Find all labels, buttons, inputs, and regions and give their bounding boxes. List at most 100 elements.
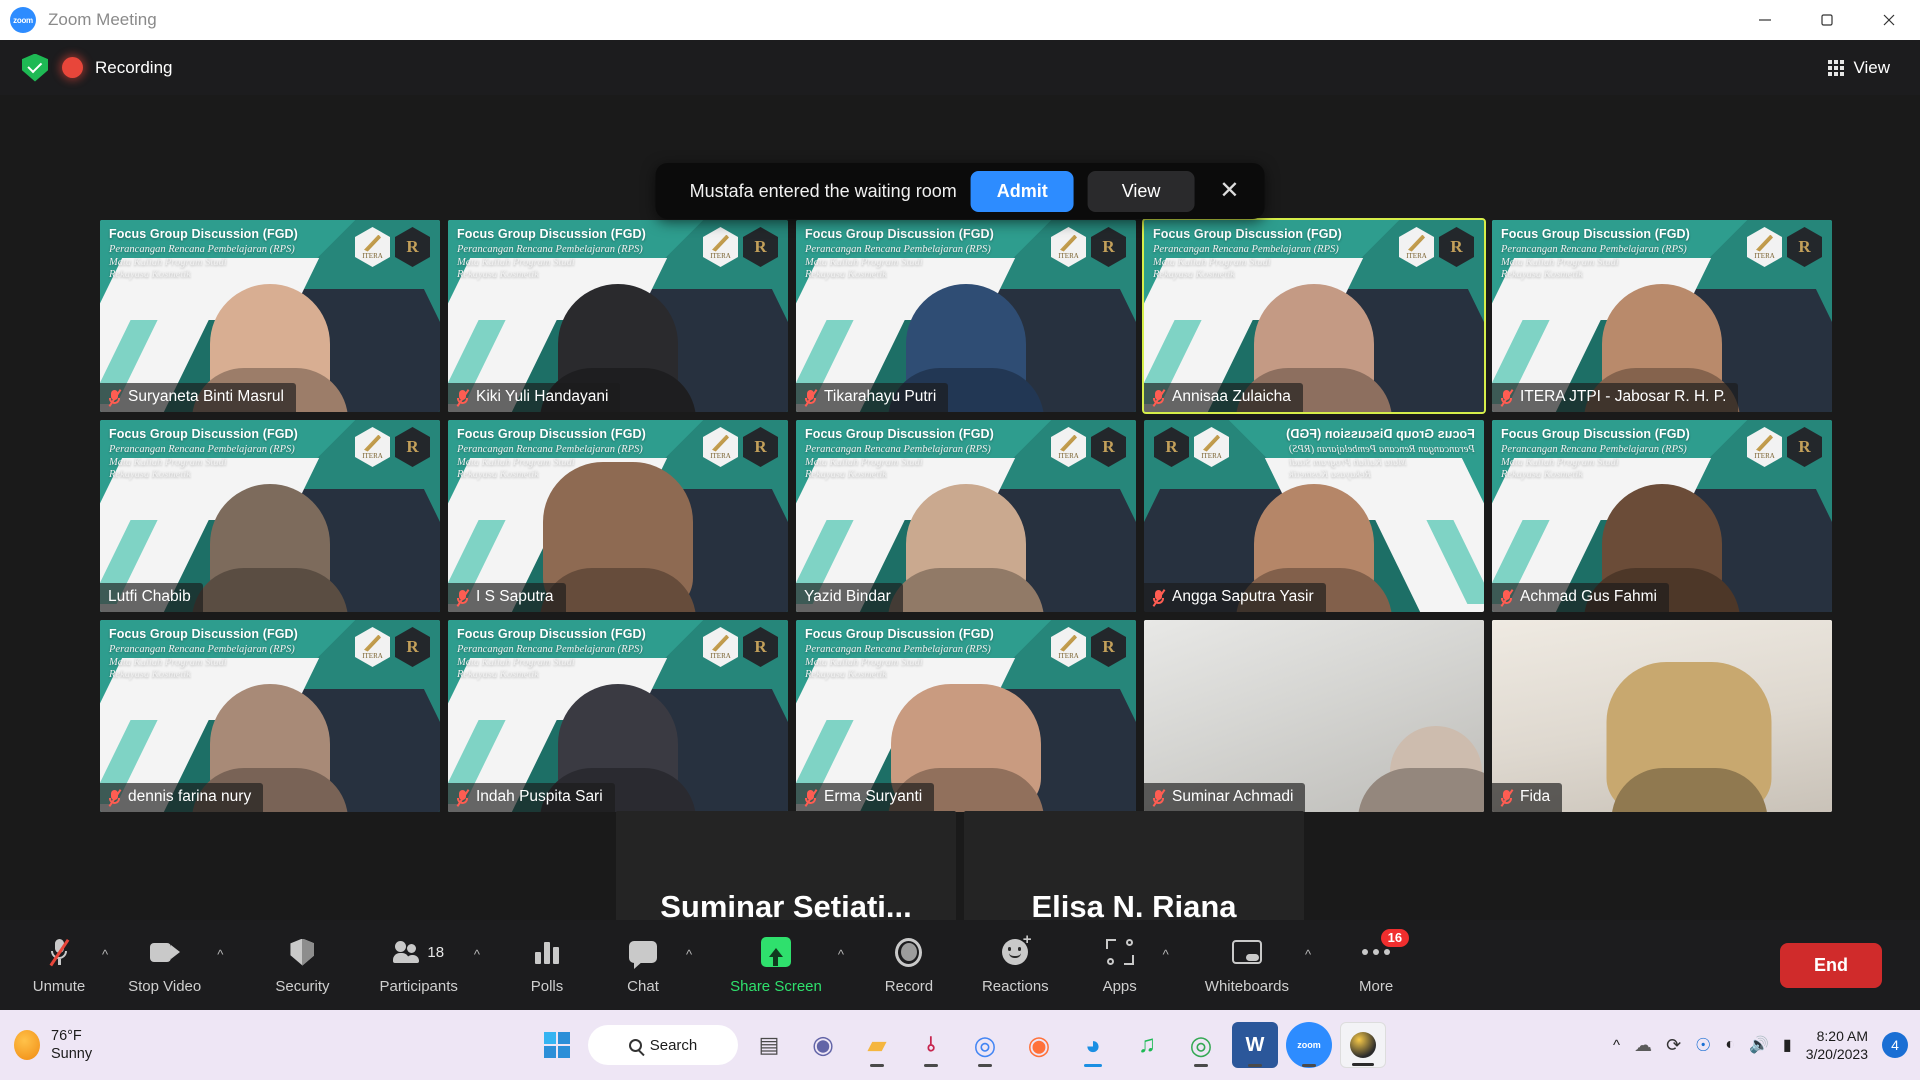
- participant-namebar: Suryaneta Binti Masrul: [100, 383, 296, 412]
- participant-tile[interactable]: Focus Group Discussion (FGD) Perancangan…: [448, 620, 788, 812]
- taskbar-search-button[interactable]: Search: [588, 1025, 738, 1065]
- whiteboards-options-caret-icon[interactable]: ^: [1301, 943, 1315, 966]
- minimize-button[interactable]: [1734, 0, 1796, 40]
- close-notification-button[interactable]: ✕: [1208, 170, 1250, 212]
- onedrive-error-icon[interactable]: ☁: [1634, 1035, 1652, 1056]
- share-screen-button[interactable]: Share Screen: [720, 931, 832, 999]
- muted-microphone-icon: [1152, 588, 1166, 607]
- vbg-subtitle: Perancangan Rencana Pembelajaran (RPS) Ma…: [1501, 244, 1687, 280]
- participant-namebar: Angga Saputra Yasir: [1144, 583, 1326, 612]
- whiteboards-button[interactable]: Whiteboards: [1195, 931, 1299, 999]
- participants-button[interactable]: 18 Participants: [370, 931, 468, 999]
- participant-namebar: Kiki Yuli Handayani: [448, 383, 621, 412]
- record-button[interactable]: Record: [872, 931, 946, 999]
- participant-tile[interactable]: Focus Group Discussion (FGD) Perancangan…: [796, 420, 1136, 612]
- participant-name: Annisaa Zulaicha: [1172, 388, 1291, 405]
- muted-microphone-icon: [1152, 388, 1166, 407]
- close-button[interactable]: [1858, 0, 1920, 40]
- recording-dot-icon[interactable]: [62, 57, 83, 78]
- windows-start-button[interactable]: [534, 1022, 580, 1068]
- vbg-subtitle: Perancangan Rencana Pembelajaran (RPS) Ma…: [805, 244, 991, 280]
- participant-tile[interactable]: Focus Group Discussion (FGD) Perancangan…: [100, 420, 440, 612]
- microsoft-word-icon[interactable]: W: [1232, 1022, 1278, 1068]
- audio-options-caret-icon[interactable]: ^: [98, 943, 112, 966]
- admit-button[interactable]: Admit: [970, 170, 1074, 212]
- chat-options-caret-icon[interactable]: ^: [682, 943, 696, 966]
- microsoft-edge-icon[interactable]: ◕: [1070, 1022, 1116, 1068]
- view-waiting-room-button[interactable]: View: [1087, 170, 1195, 212]
- firefox-icon[interactable]: ◉: [1016, 1022, 1062, 1068]
- view-layout-button[interactable]: View: [1818, 52, 1900, 84]
- mendeley-icon[interactable]: ⫰: [908, 1022, 954, 1068]
- participant-tile[interactable]: Fida: [1492, 620, 1832, 812]
- participant-tile[interactable]: Focus Group Discussion (FGD) Perancangan…: [448, 420, 788, 612]
- participant-tile-active-speaker[interactable]: Focus Group Discussion (FGD) Perancangan…: [1142, 218, 1486, 414]
- participant-tile[interactable]: Focus Group Discussion (FGD) Perancangan…: [100, 220, 440, 412]
- apps-options-caret-icon[interactable]: ^: [1159, 943, 1173, 966]
- muted-microphone-icon: [1500, 788, 1514, 807]
- notification-badge[interactable]: 4: [1882, 1032, 1908, 1058]
- share-screen-icon: [760, 935, 791, 969]
- muted-microphone-icon: [804, 788, 818, 807]
- show-hidden-icons-chevron[interactable]: ^: [1613, 1037, 1620, 1054]
- reactions-label: Reactions: [981, 978, 1049, 995]
- zoom-logo-icon: zoom: [10, 7, 36, 33]
- sync-recording-icon[interactable]: ⟳: [1666, 1035, 1681, 1056]
- task-view-icon[interactable]: ▤: [746, 1022, 792, 1068]
- itera-logo-icon: ITERA: [1747, 227, 1782, 267]
- polls-button[interactable]: Polls: [510, 931, 584, 999]
- unmute-button[interactable]: Unmute: [22, 931, 96, 999]
- participant-tile[interactable]: Focus Group Discussion (FGD) Perancangan…: [1144, 420, 1484, 612]
- reactions-button[interactable]: + Reactions: [972, 931, 1059, 999]
- rk-logo-icon: R: [1091, 227, 1126, 267]
- participant-name: ITERA JTPI - Jabosar R. H. P.: [1520, 388, 1727, 405]
- video-options-caret-icon[interactable]: ^: [213, 943, 227, 966]
- participant-tile[interactable]: Focus Group Discussion (FGD) Perancangan…: [796, 220, 1136, 412]
- security-label: Security: [275, 978, 330, 995]
- more-badge-count: 16: [1380, 929, 1410, 947]
- vbg-title: Focus Group Discussion (FGD): [109, 427, 298, 441]
- participant-tile[interactable]: Focus Group Discussion (FGD) Perancangan…: [448, 220, 788, 412]
- spotify-icon[interactable]: ♫: [1124, 1022, 1170, 1068]
- gallery-row: Focus Group Discussion (FGD) Perancangan…: [100, 420, 1832, 612]
- recording-label: Recording: [95, 57, 173, 77]
- stop-video-button[interactable]: Stop Video: [118, 931, 211, 999]
- maximize-button[interactable]: [1796, 0, 1858, 40]
- participant-tile[interactable]: Focus Group Discussion (FGD) Perancangan…: [100, 620, 440, 812]
- participants-options-caret-icon[interactable]: ^: [470, 943, 484, 966]
- browser-active-icon[interactable]: [1340, 1022, 1386, 1068]
- end-meeting-button[interactable]: End: [1780, 942, 1882, 988]
- participant-name: Achmad Gus Fahmi: [1520, 588, 1657, 605]
- participant-name: Angga Saputra Yasir: [1172, 588, 1314, 605]
- muted-microphone-icon: [108, 388, 122, 407]
- wifi-icon[interactable]: ◐: [1725, 1036, 1735, 1054]
- chrome-beta-icon[interactable]: ◎: [1178, 1022, 1224, 1068]
- volume-icon[interactable]: 🔊: [1749, 1035, 1769, 1055]
- chat-button[interactable]: Chat: [606, 931, 680, 999]
- weather-condition: Sunny: [51, 1046, 93, 1062]
- share-options-caret-icon[interactable]: ^: [834, 943, 848, 966]
- security-button[interactable]: Security: [265, 931, 339, 999]
- participant-tile[interactable]: Suminar Achmadi: [1144, 620, 1484, 812]
- weather-widget[interactable]: 76°F Sunny: [14, 1027, 92, 1063]
- apps-button[interactable]: Apps: [1083, 931, 1157, 999]
- battery-icon[interactable]: ▮: [1783, 1035, 1792, 1055]
- waiting-room-notification: Mustafa entered the waiting room Admit V…: [655, 163, 1265, 219]
- microphone-muted-icon: [49, 935, 69, 969]
- file-explorer-icon[interactable]: ▰: [854, 1022, 900, 1068]
- taskbar-clock[interactable]: 8:20 AM 3/20/2023: [1806, 1027, 1868, 1063]
- vbg-title: Focus Group Discussion (FGD): [109, 627, 298, 641]
- more-button[interactable]: 16 More: [1339, 929, 1413, 999]
- microsoft-teams-icon[interactable]: ◉: [800, 1022, 846, 1068]
- participant-tile[interactable]: Focus Group Discussion (FGD) Perancangan…: [1492, 220, 1832, 412]
- participant-name: Kiki Yuli Handayani: [476, 388, 609, 405]
- google-chrome-icon[interactable]: ◎: [962, 1022, 1008, 1068]
- itera-logo-icon: ITERA: [1747, 427, 1782, 467]
- rk-logo-icon: R: [1091, 427, 1126, 467]
- microphone-icon[interactable]: ☉: [1695, 1035, 1711, 1056]
- participant-tile[interactable]: Focus Group Discussion (FGD) Perancangan…: [796, 620, 1136, 812]
- encryption-shield-icon[interactable]: [22, 53, 48, 82]
- zoom-app-icon[interactable]: zoom: [1286, 1022, 1332, 1068]
- participant-tile[interactable]: Focus Group Discussion (FGD) Perancangan…: [1492, 420, 1832, 612]
- stop-video-label: Stop Video: [128, 978, 202, 995]
